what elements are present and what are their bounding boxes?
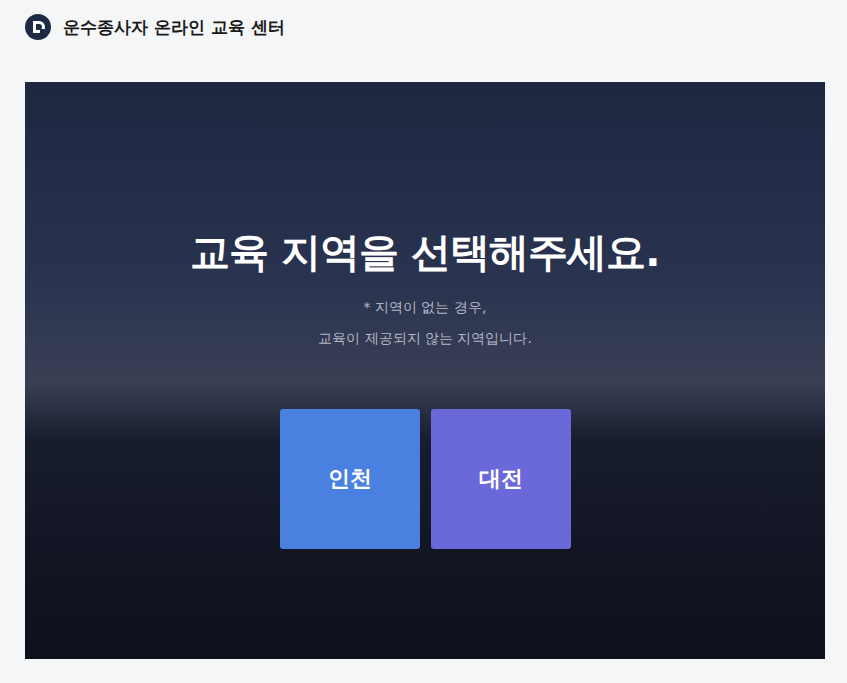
notice-line: 교육이 제공되지 않는 지역입니다. — [318, 323, 532, 354]
hero-title: 교육 지역을 선택해주세요. — [190, 227, 659, 277]
page: 운수종사자 온라인 교육 센터교육 지역을 선택해주세요. * 지역이 없는 경우… — [0, 0, 847, 683]
header-title: 운수종사자 온라인 교육 센터 — [63, 16, 285, 39]
hero: 교육 지역을 선택해주세요. * 지역이 없는 경우,교육이 제공되지 않는 지역… — [25, 82, 825, 659]
region-list: 인천대전 — [280, 409, 571, 549]
header: 운수종사자 온라인 교육 센터 — [0, 0, 847, 54]
notice: * 지역이 없는 경우,교육이 제공되지 않는 지역입니다. — [318, 292, 532, 354]
logo-icon — [25, 14, 51, 40]
hero-background — [25, 82, 825, 659]
region-button[interactable]: 인천 — [280, 409, 420, 549]
notice-line: * 지역이 없는 경우, — [318, 292, 532, 323]
region-button[interactable]: 대전 — [431, 409, 571, 549]
